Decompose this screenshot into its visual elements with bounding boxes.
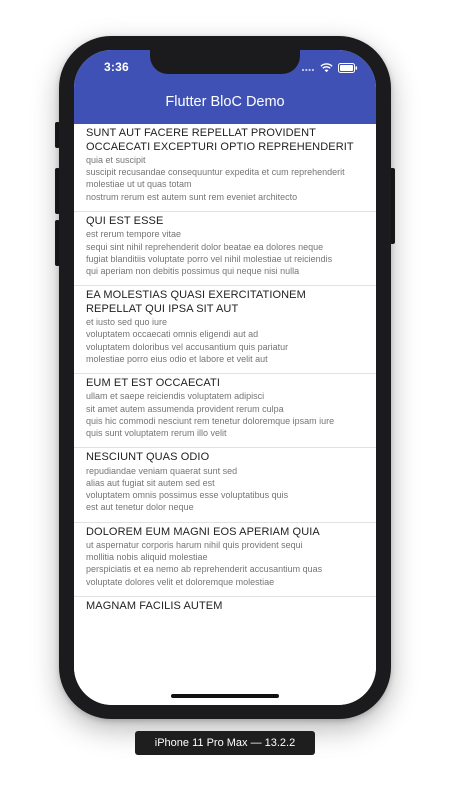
phone-screen: 3:36 Flutter BloC Demo SUNT AUT FACERE R… bbox=[74, 50, 376, 705]
post-title: NESCIUNT QUAS ODIO bbox=[86, 451, 210, 464]
list-item[interactable]: NESCIUNT QUAS ODIO repudiandae veniam qu… bbox=[74, 448, 376, 523]
post-body: et iusto sed quo iure voluptatem occaeca… bbox=[86, 317, 289, 364]
status-icons bbox=[301, 60, 358, 78]
post-title: EUM ET EST OCCAECATI bbox=[86, 376, 221, 389]
post-title: DOLOREM EUM MAGNI EOS APERIAM QUIA bbox=[86, 525, 320, 538]
post-title: SUNT AUT FACERE REPELLAT PROVIDENT OCCAE… bbox=[86, 127, 354, 153]
notch bbox=[150, 50, 300, 74]
status-time: 3:36 bbox=[104, 60, 129, 74]
post-body: repudiandae veniam quaerat sunt sed alia… bbox=[86, 465, 289, 513]
wifi-icon bbox=[320, 60, 333, 78]
device-label: iPhone 11 Pro Max — 13.2.2 bbox=[135, 731, 315, 755]
post-body: ullam et saepe reiciendis voluptatem adi… bbox=[86, 391, 335, 439]
post-list[interactable]: SUNT AUT FACERE REPELLAT PROVIDENT OCCAE… bbox=[74, 124, 376, 705]
list-item[interactable]: MAGNAM FACILIS AUTEM bbox=[74, 597, 376, 622]
post-body: ut aspernatur corporis harum nihil quis … bbox=[86, 540, 323, 587]
list-item[interactable]: DOLOREM EUM MAGNI EOS APERIAM QUIA ut as… bbox=[74, 523, 376, 597]
app-title: Flutter BloC Demo bbox=[165, 94, 285, 110]
post-title: MAGNAM FACILIS AUTEM bbox=[86, 599, 223, 612]
list-item[interactable]: QUI EST ESSE est rerum tempore vitae seq… bbox=[74, 212, 376, 287]
simulator-stage: 3:36 Flutter BloC Demo SUNT AUT FACERE R… bbox=[0, 0, 450, 789]
home-indicator[interactable] bbox=[171, 694, 279, 698]
battery-icon bbox=[338, 60, 358, 78]
list-item[interactable]: SUNT AUT FACERE REPELLAT PROVIDENT OCCAE… bbox=[74, 124, 376, 212]
list-item[interactable]: EA MOLESTIAS QUASI EXERCITATIONEM REPELL… bbox=[74, 286, 376, 374]
post-title: EA MOLESTIAS QUASI EXERCITATIONEM REPELL… bbox=[86, 289, 306, 315]
app-bar: 3:36 Flutter BloC Demo bbox=[74, 50, 376, 124]
post-title: QUI EST ESSE bbox=[86, 214, 164, 227]
post-body: est rerum tempore vitae sequi sint nihil… bbox=[86, 229, 333, 276]
signal-dots-icon bbox=[301, 60, 315, 78]
post-body: quia et suscipit suscipit recusandae con… bbox=[86, 155, 345, 202]
list-item[interactable]: EUM ET EST OCCAECATI ullam et saepe reic… bbox=[74, 374, 376, 449]
